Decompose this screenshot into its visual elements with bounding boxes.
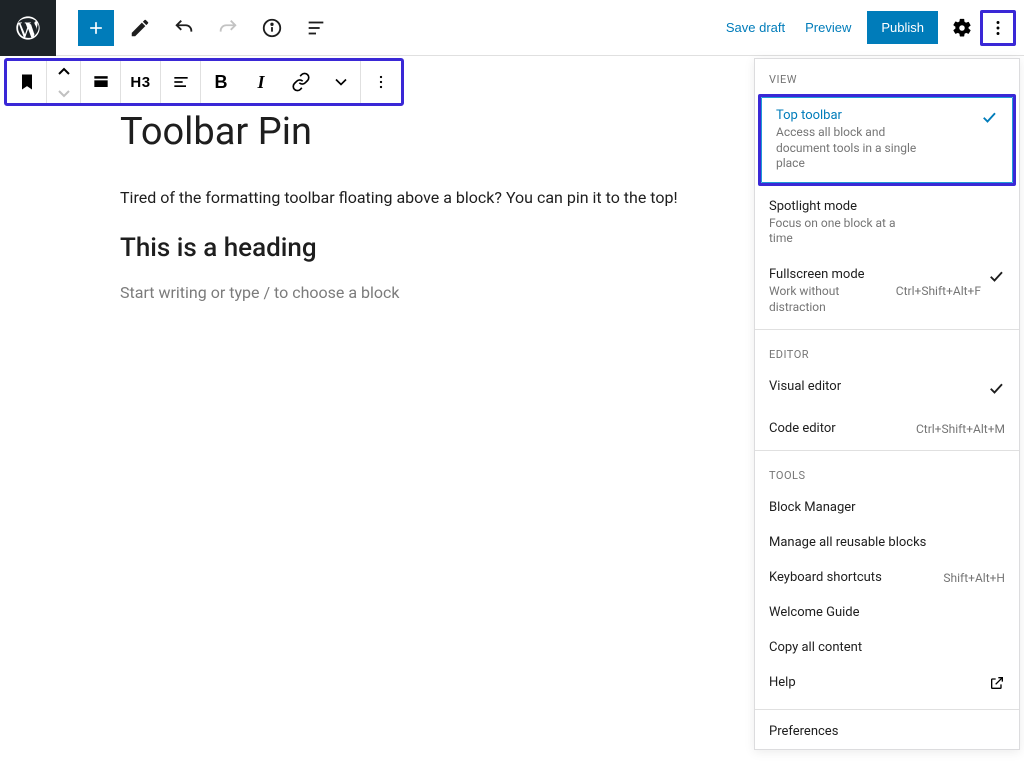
redo-button xyxy=(210,10,246,46)
info-icon xyxy=(261,17,283,39)
italic-icon: I xyxy=(257,72,264,93)
menu-section-editor: EDITOR xyxy=(755,334,1019,369)
menu-spotlight-mode[interactable]: Spotlight mode Focus on one block at a t… xyxy=(755,189,1019,257)
heading-level-button[interactable]: H3 xyxy=(121,61,161,103)
more-formatting-button[interactable] xyxy=(321,61,361,103)
wp-logo[interactable] xyxy=(0,0,56,56)
heading-level-label: H3 xyxy=(130,74,150,91)
align-left-icon xyxy=(171,72,191,92)
menu-item-desc: Focus on one block at a time xyxy=(769,216,919,247)
pencil-icon xyxy=(129,17,151,39)
empty-block-placeholder[interactable]: Start writing or type / to choose a bloc… xyxy=(120,283,730,302)
move-up-button[interactable] xyxy=(47,61,80,82)
options-menu: VIEW Top toolbar Access all block and do… xyxy=(754,58,1020,750)
menu-item-title: Block Manager xyxy=(769,500,1005,515)
chevron-down-icon xyxy=(57,88,71,98)
link-button[interactable] xyxy=(281,61,321,103)
undo-button[interactable] xyxy=(166,10,202,46)
align-icon xyxy=(91,72,111,92)
menu-top-toolbar[interactable]: Top toolbar Access all block and documen… xyxy=(761,97,1013,183)
plus-icon xyxy=(86,18,106,38)
preview-button[interactable]: Preview xyxy=(795,12,861,43)
chevron-down-icon xyxy=(331,72,351,92)
add-block-button[interactable] xyxy=(78,10,114,46)
menu-section-tools: TOOLS xyxy=(755,455,1019,490)
link-icon xyxy=(291,72,311,92)
menu-item-shortcut: Shift+Alt+H xyxy=(943,571,1005,585)
menu-item-title: Copy all content xyxy=(769,640,1005,655)
bookmark-icon xyxy=(17,72,37,92)
outline-button[interactable] xyxy=(298,10,334,46)
italic-button[interactable]: I xyxy=(241,61,281,103)
menu-copy-all[interactable]: Copy all content xyxy=(755,630,1019,665)
menu-reusable-blocks[interactable]: Manage all reusable blocks xyxy=(755,525,1019,560)
menu-item-title: Keyboard shortcuts xyxy=(769,570,937,585)
bold-icon: B xyxy=(215,72,228,93)
menu-item-title: Visual editor xyxy=(769,379,987,394)
block-more-button[interactable] xyxy=(361,61,401,103)
bold-button[interactable]: B xyxy=(201,61,241,103)
menu-code-editor[interactable]: Code editor Ctrl+Shift+Alt+M xyxy=(755,411,1019,446)
check-icon xyxy=(987,379,1005,401)
text-align-button[interactable] xyxy=(161,61,201,103)
check-icon xyxy=(987,267,1005,289)
menu-item-title: Code editor xyxy=(769,421,910,436)
align-button[interactable] xyxy=(81,61,121,103)
more-vertical-icon xyxy=(987,17,1009,39)
menu-item-desc: Access all block and document tools in a… xyxy=(776,125,926,172)
more-vertical-icon xyxy=(371,72,391,92)
menu-preferences[interactable]: Preferences xyxy=(755,714,1019,749)
menu-item-shortcut: Ctrl+Shift+Alt+F xyxy=(896,284,981,298)
check-icon xyxy=(980,108,998,130)
block-mover xyxy=(47,61,81,103)
info-button[interactable] xyxy=(254,10,290,46)
paragraph-block[interactable]: Tired of the formatting toolbar floating… xyxy=(120,188,730,207)
settings-button[interactable] xyxy=(944,10,980,46)
heading-block[interactable]: This is a heading xyxy=(120,233,730,263)
menu-item-title: Top toolbar xyxy=(776,108,980,123)
more-options-button[interactable] xyxy=(980,10,1016,46)
menu-item-shortcut: Ctrl+Shift+Alt+M xyxy=(916,422,1005,436)
redo-icon xyxy=(217,17,239,39)
list-view-icon xyxy=(305,17,327,39)
menu-item-title: Welcome Guide xyxy=(769,605,1005,620)
external-link-icon xyxy=(989,675,1005,695)
editor-content: Toolbar Pin Tired of the formatting tool… xyxy=(120,110,730,302)
block-toolbar: H3 B I xyxy=(4,58,404,106)
post-title[interactable]: Toolbar Pin xyxy=(120,110,730,154)
menu-item-title: Manage all reusable blocks xyxy=(769,535,1005,550)
save-draft-button[interactable]: Save draft xyxy=(716,12,795,43)
wordpress-icon xyxy=(14,14,42,42)
menu-visual-editor[interactable]: Visual editor xyxy=(755,369,1019,411)
menu-fullscreen-mode[interactable]: Fullscreen mode Work without distraction… xyxy=(755,257,1019,325)
menu-item-title: Preferences xyxy=(769,724,1005,739)
menu-divider xyxy=(755,709,1019,710)
menu-item-title: Fullscreen mode xyxy=(769,267,890,282)
edit-mode-button[interactable] xyxy=(122,10,158,46)
block-type-button[interactable] xyxy=(7,61,47,103)
menu-block-manager[interactable]: Block Manager xyxy=(755,490,1019,525)
menu-section-view: VIEW xyxy=(755,59,1019,94)
publish-button[interactable]: Publish xyxy=(867,11,938,44)
menu-help[interactable]: Help xyxy=(755,665,1019,705)
editor-top-bar: Save draft Preview Publish xyxy=(0,0,1024,56)
menu-divider xyxy=(755,329,1019,330)
menu-welcome-guide[interactable]: Welcome Guide xyxy=(755,595,1019,630)
move-down-button[interactable] xyxy=(47,82,80,103)
menu-item-desc: Work without distraction xyxy=(769,284,890,315)
top-toolbar-highlight: Top toolbar Access all block and documen… xyxy=(758,94,1016,186)
menu-keyboard-shortcuts[interactable]: Keyboard shortcuts Shift+Alt+H xyxy=(755,560,1019,595)
menu-divider xyxy=(755,450,1019,451)
menu-item-title: Spotlight mode xyxy=(769,199,1005,214)
gear-icon xyxy=(951,17,973,39)
chevron-up-icon xyxy=(57,67,71,77)
menu-item-title: Help xyxy=(769,675,989,690)
undo-icon xyxy=(173,17,195,39)
